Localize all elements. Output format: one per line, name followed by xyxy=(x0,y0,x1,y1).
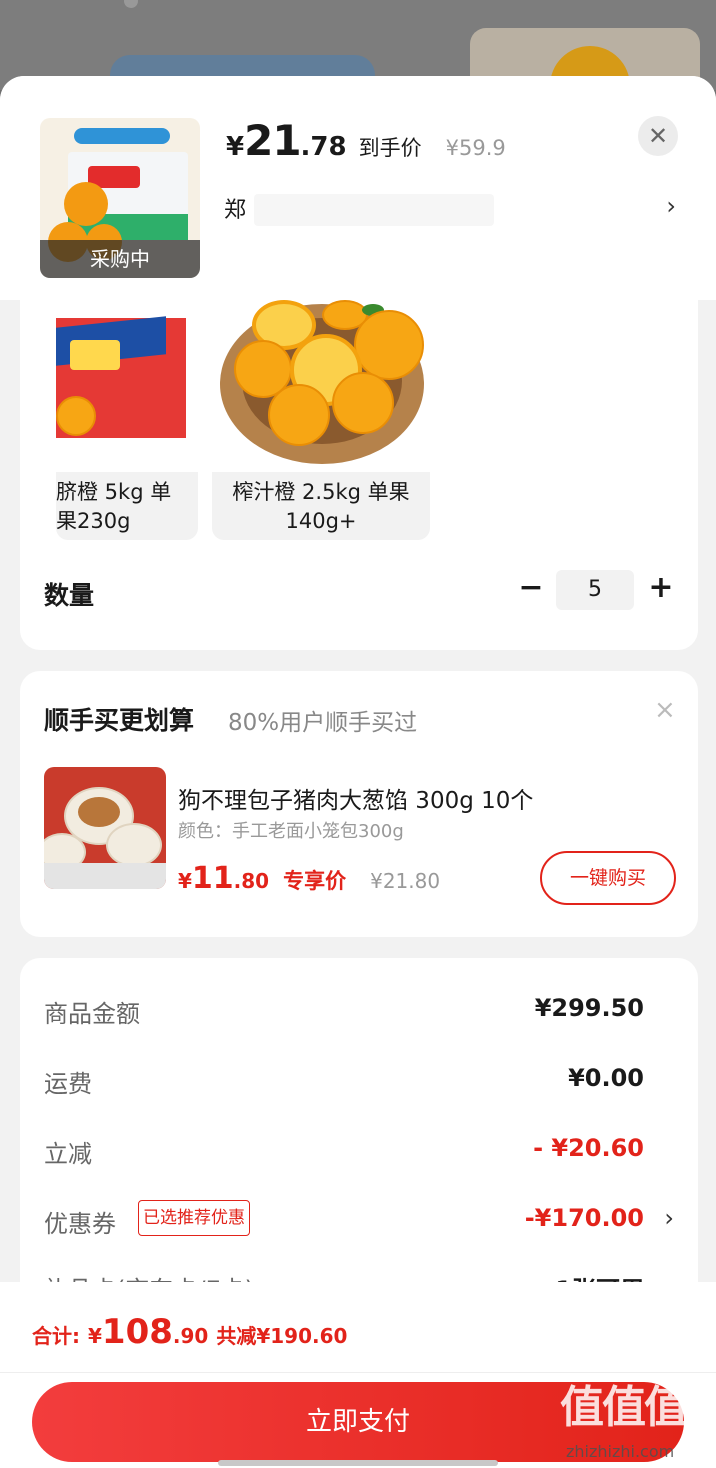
total-saved: 共减¥190.60 xyxy=(216,1324,348,1348)
addon-close-icon[interactable]: × xyxy=(654,695,676,725)
addon-product-spec: 颜色：手工老面小笼包300g xyxy=(178,821,404,842)
total-row: 合计: ¥ 108 .90 共减¥190.60 xyxy=(32,1312,347,1352)
orange-illustration xyxy=(56,396,96,436)
price-integer: 21 xyxy=(244,116,301,165)
price-row: ¥ 21 .78 到手价 ¥59.9 xyxy=(226,116,506,165)
spec-option[interactable]: 榨汁橙 2.5kg 单果140g+ xyxy=(212,300,430,540)
bottom-divider xyxy=(0,1372,716,1373)
sheet-header: 采购中 ¥ 21 .78 到手价 ¥59.9 ✕ 郑 › xyxy=(0,76,716,300)
discount-row: 立减 - ¥20.60 xyxy=(44,1134,674,1174)
goods-amount-row: 商品金额 ¥299.50 xyxy=(44,994,674,1034)
spec-option[interactable]: 脐橙 5kg 单果230g xyxy=(56,300,198,540)
addon-original-price: ¥21.80 xyxy=(370,869,441,893)
watermark-url: zhizhizhi.com xyxy=(566,1442,675,1461)
shipping-label: 运费 xyxy=(44,1070,92,1098)
price-decimal: .78 xyxy=(300,132,347,162)
total-symbol: ¥ xyxy=(88,1324,102,1348)
quantity-plus-button[interactable]: + xyxy=(646,570,676,606)
total-label: 合计: xyxy=(32,1324,80,1348)
coupon-badge: 已选推荐优惠 xyxy=(138,1200,250,1236)
original-price: ¥59.9 xyxy=(445,136,506,160)
coupon-value: -¥170.00 xyxy=(524,1204,644,1232)
addon-price-decimal: .80 xyxy=(233,869,270,893)
spec-option-image xyxy=(56,300,198,472)
discount-value: - ¥20.60 xyxy=(533,1134,644,1162)
chevron-right-icon: › xyxy=(664,1204,674,1232)
coupon-row[interactable]: 优惠券 已选推荐优惠 -¥170.00 › xyxy=(44,1200,674,1244)
bottom-bar: 合计: ¥ 108 .90 共减¥190.60 立即支付 值值值 zhizhiz… xyxy=(0,1282,716,1468)
quantity-input[interactable]: 5 xyxy=(556,570,634,610)
addon-title: 顺手买更划算 xyxy=(44,706,195,735)
orange-illustration xyxy=(332,372,394,434)
total-decimal: .90 xyxy=(172,1324,209,1348)
price-tag: 到手价 xyxy=(358,136,422,160)
bun-filling xyxy=(78,797,120,827)
home-indicator xyxy=(218,1460,498,1466)
orange-illustration xyxy=(354,310,424,380)
shipping-value: ¥0.00 xyxy=(568,1064,644,1092)
chevron-right-icon: › xyxy=(666,192,676,220)
addon-card: 顺手买更划算 80%用户顺手买过 × 狗不理包子猪肉大葱馅 300g 10个 颜… xyxy=(20,671,698,937)
coupon-label: 优惠券 xyxy=(44,1210,116,1238)
purchase-sheet: 采购中 ¥ 21 .78 到手价 ¥59.9 ✕ 郑 › 脐橙 5kg 单果23… xyxy=(0,76,716,1468)
spec-option-label: 脐橙 5kg 单果230g xyxy=(56,480,172,533)
addon-image-band xyxy=(44,863,166,889)
price-symbol: ¥ xyxy=(226,132,245,162)
addon-product-name[interactable]: 狗不理包子猪肉大葱馅 300g 10个 xyxy=(178,781,533,815)
address-redacted xyxy=(254,194,494,226)
bun-illustration xyxy=(106,823,162,867)
thumbnail-tag xyxy=(74,128,170,144)
address-row[interactable]: 郑 › xyxy=(224,192,684,228)
shipping-row: 运费 ¥0.00 xyxy=(44,1064,674,1104)
purchasing-status-label: 采购中 xyxy=(40,240,200,278)
spec-option-image xyxy=(212,300,430,472)
goods-amount-value: ¥299.50 xyxy=(534,994,644,1022)
spec-option-label: 榨汁橙 2.5kg 单果140g+ xyxy=(232,480,410,533)
addon-product-image[interactable] xyxy=(44,767,166,889)
quantity-minus-button[interactable]: − xyxy=(516,570,546,606)
addon-price-row: ¥ 11 .80 专享价 ¥21.80 xyxy=(178,861,440,896)
thumbnail-orange xyxy=(64,182,108,226)
quantity-label: 数量 xyxy=(44,581,95,610)
discount-label: 立减 xyxy=(44,1140,92,1168)
addon-subtitle: 80%用户顺手买过 xyxy=(228,710,418,736)
close-button[interactable]: ✕ xyxy=(638,116,678,156)
product-thumbnail: 采购中 xyxy=(40,118,200,278)
addon-price-integer: 11 xyxy=(191,861,234,896)
goods-amount-label: 商品金额 xyxy=(44,1000,140,1028)
total-integer: 108 xyxy=(101,1312,173,1352)
box-logo xyxy=(70,340,120,370)
orange-illustration xyxy=(268,384,330,446)
addon-price-tag: 专享价 xyxy=(283,869,347,893)
addon-price-symbol: ¥ xyxy=(178,869,192,893)
address-text: 郑 xyxy=(224,198,247,223)
one-click-buy-button[interactable]: 一键购买 xyxy=(540,851,676,905)
spec-panel: 脐橙 5kg 单果230g 榨汁橙 2.5kg 单果140g+ 数量 − 5 + xyxy=(20,300,698,650)
close-icon: ✕ xyxy=(647,122,669,150)
background-dot xyxy=(124,0,138,8)
